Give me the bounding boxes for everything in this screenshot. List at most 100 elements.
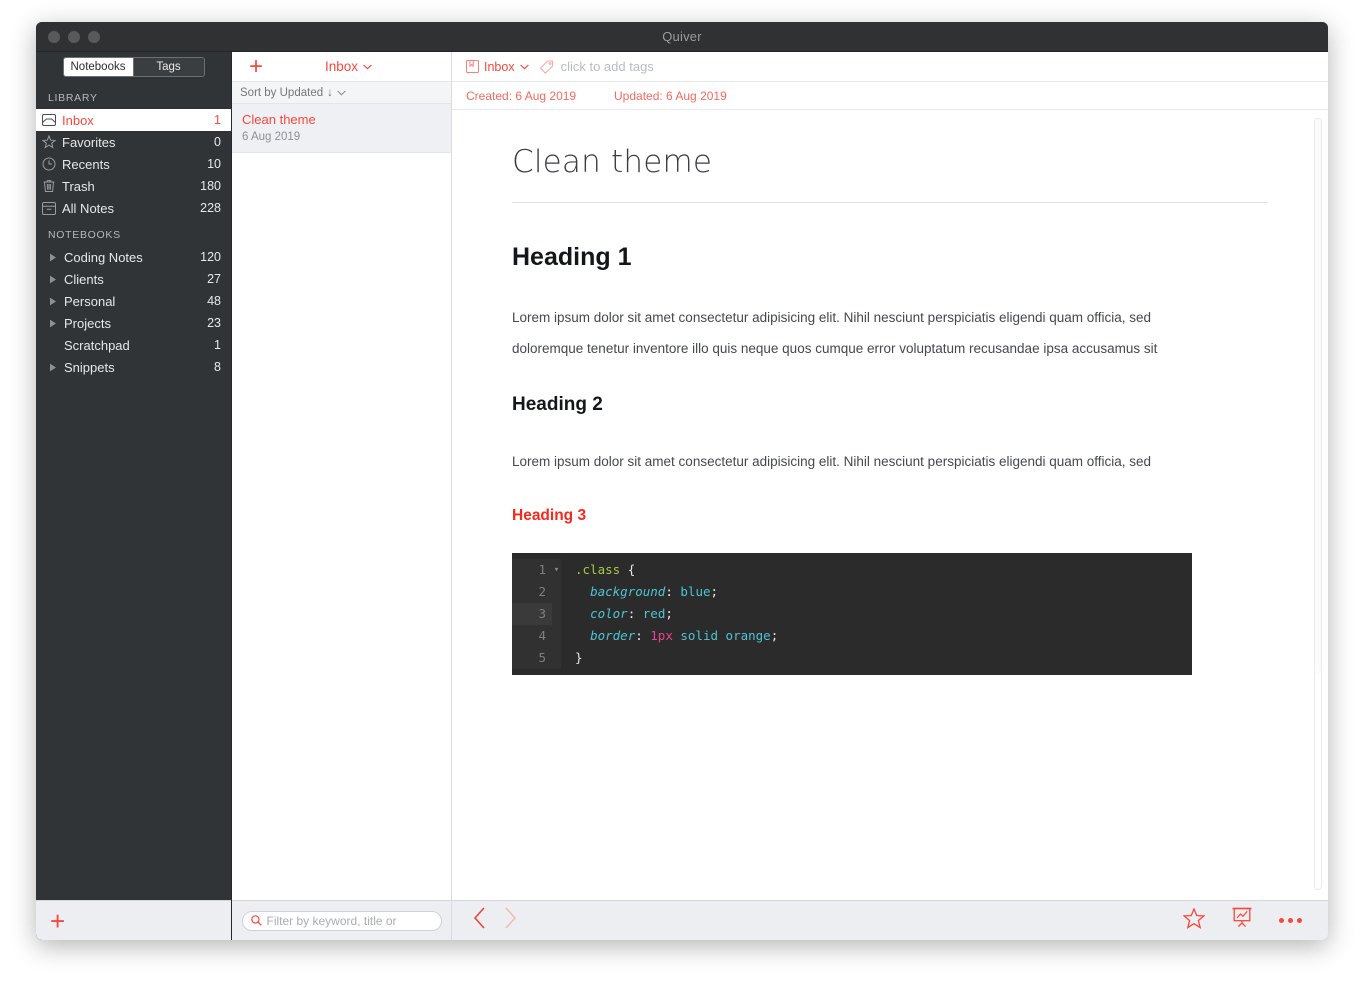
star-icon[interactable] xyxy=(1182,906,1206,934)
note-document-title[interactable]: Clean theme xyxy=(512,144,1268,203)
notebook-count: 8 xyxy=(214,360,221,374)
code-fold-spacer xyxy=(552,603,561,625)
sidebar-item-favorites[interactable]: Favorites 0 xyxy=(36,131,231,153)
sidebar-item-inbox[interactable]: Inbox 1 xyxy=(36,109,231,131)
note-list-header: + Inbox xyxy=(232,52,451,82)
navigation-buttons xyxy=(472,906,518,935)
code-line-text: } xyxy=(575,650,583,665)
library-header: LIBRARY xyxy=(48,92,98,104)
sidebar-notebook-clients[interactable]: Clients 27 xyxy=(36,268,231,290)
note-notebook-label: Inbox xyxy=(484,59,515,74)
sidebar-notebook-coding-notes[interactable]: Coding Notes 120 xyxy=(36,246,231,268)
sort-direction-icon[interactable]: ↓ xyxy=(327,87,333,99)
trash-icon xyxy=(36,179,62,193)
code-line-number: 4 xyxy=(512,625,552,647)
search-input[interactable] xyxy=(266,913,433,928)
sidebar-item-trash[interactable]: Trash 180 xyxy=(36,175,231,197)
sidebar-tabs: Notebooks Tags xyxy=(36,52,231,82)
paragraph-1: Lorem ipsum dolor sit amet consectetur a… xyxy=(512,310,1158,356)
sidebar-item-label: All Notes xyxy=(62,200,115,216)
note-document[interactable]: Clean theme Heading 1 Lorem ipsum dolor … xyxy=(452,110,1328,675)
archive-icon xyxy=(36,201,62,215)
more-icon[interactable] xyxy=(1279,918,1302,923)
sort-bar[interactable]: Sort by Updated ↓ xyxy=(232,82,451,104)
presentation-icon[interactable] xyxy=(1231,907,1253,934)
note-date-bar: Created: 6 Aug 2019 Updated: 6 Aug 2019 xyxy=(452,82,1328,110)
code-line: 1 ▾ .class { xyxy=(512,559,1192,581)
notebook-label: Coding Notes xyxy=(64,249,143,265)
sidebar-nav: LIBRARY Inbox 1 Favorites 0 Recents 10 T… xyxy=(36,82,231,900)
sidebar-notebook-scratchpad[interactable]: Scratchpad 1 xyxy=(36,334,231,356)
code-line-number: 3 xyxy=(512,603,552,625)
note-tags-field[interactable]: click to add tags xyxy=(539,59,654,74)
notebook-filter-label: Inbox xyxy=(324,59,359,74)
editor-scrollbar-thumb[interactable] xyxy=(1315,119,1321,674)
code-fold-toggle[interactable]: ▾ xyxy=(552,559,561,581)
tag-icon xyxy=(539,59,553,74)
chevron-down-icon xyxy=(363,64,372,70)
sidebar-notebook-snippets[interactable]: Snippets 8 xyxy=(36,356,231,378)
note-list-item[interactable]: Clean theme 6 Aug 2019 xyxy=(232,104,451,153)
search-box[interactable] xyxy=(241,910,442,931)
code-line: 2 background: blue; xyxy=(512,581,1192,603)
new-note-button[interactable]: + xyxy=(232,54,280,79)
chevron-right-icon[interactable] xyxy=(46,297,60,306)
code-fold-spacer xyxy=(552,625,561,647)
note-list-footer xyxy=(232,900,451,940)
code-line: 4 border: 1px solid orange; xyxy=(512,625,1192,647)
notebook-label: Personal xyxy=(64,293,116,309)
editor-scrollbar[interactable] xyxy=(1314,118,1322,890)
code-fold-spacer xyxy=(552,647,561,669)
sidebar-notebook-personal[interactable]: Personal 48 xyxy=(36,290,231,312)
code-line-number: 1 xyxy=(512,559,552,581)
note-tags-placeholder: click to add tags xyxy=(560,59,654,74)
search-icon xyxy=(250,915,262,926)
add-notebook-button[interactable]: + xyxy=(50,908,65,934)
inbox-icon xyxy=(36,114,62,126)
code-line: 5 } xyxy=(512,647,1192,669)
title-bar: Quiver xyxy=(36,22,1328,52)
sidebar-item-label: Recents xyxy=(62,156,110,172)
note-list-panel: + Inbox Sort by Updated ↓ Clean theme 6 … xyxy=(232,52,452,940)
code-line: 3 color: red; xyxy=(512,603,1192,625)
sidebar-item-label: Favorites xyxy=(62,134,116,150)
code-line-number: 2 xyxy=(512,581,552,603)
editor-tools xyxy=(1182,906,1302,934)
chevron-right-icon[interactable] xyxy=(46,363,60,372)
code-fold-spacer xyxy=(552,581,561,603)
sidebar-item-all-notes[interactable]: All Notes 228 xyxy=(36,197,231,219)
main-body: Notebooks Tags LIBRARY Inbox 1 Favorites… xyxy=(36,52,1328,940)
notebook-label: Clients xyxy=(64,271,104,287)
heading-2: Heading 2 xyxy=(512,394,603,415)
chevron-right-icon[interactable] xyxy=(46,275,60,284)
back-button[interactable] xyxy=(472,906,487,935)
sort-label: Sort by Updated xyxy=(240,86,324,99)
tab-tags[interactable]: Tags xyxy=(133,58,204,76)
forward-button[interactable] xyxy=(503,906,518,935)
code-line-text: .class { xyxy=(575,562,636,577)
quiver-window: Quiver Notebooks Tags LIBRARY Inbox 1 Fa… xyxy=(36,22,1328,940)
note-content-area: Clean theme Heading 1 Lorem ipsum dolor … xyxy=(452,110,1328,900)
code-line-number: 5 xyxy=(512,647,552,669)
notebook-filter-dropdown[interactable]: Inbox xyxy=(280,59,451,74)
notebook-count: 48 xyxy=(207,294,221,308)
star-icon xyxy=(36,135,62,149)
tab-notebooks[interactable]: Notebooks xyxy=(63,58,134,76)
note-title: Clean theme xyxy=(242,112,316,127)
sidebar-item-count: 1 xyxy=(214,113,221,127)
sidebar-notebook-projects[interactable]: Projects 23 xyxy=(36,312,231,334)
note-notebook-selector[interactable]: Inbox xyxy=(466,60,529,74)
notebook-count: 27 xyxy=(207,272,221,286)
editor-panel: Inbox click to add tags Created: 6 Aug 2… xyxy=(452,52,1328,940)
clock-icon xyxy=(36,157,62,171)
note-date: 6 Aug 2019 xyxy=(242,131,301,143)
chevron-down-icon xyxy=(519,64,529,70)
code-block[interactable]: 1 ▾ .class { 2 background: blue; 3 color… xyxy=(512,553,1192,675)
chevron-right-icon[interactable] xyxy=(46,319,60,328)
editor-footer xyxy=(452,900,1328,940)
chevron-right-icon[interactable] xyxy=(46,253,60,262)
sidebar-item-count: 0 xyxy=(214,135,221,149)
note-list-empty-area xyxy=(232,153,451,900)
sidebar-item-recents[interactable]: Recents 10 xyxy=(36,153,231,175)
sidebar: Notebooks Tags LIBRARY Inbox 1 Favorites… xyxy=(36,52,232,940)
